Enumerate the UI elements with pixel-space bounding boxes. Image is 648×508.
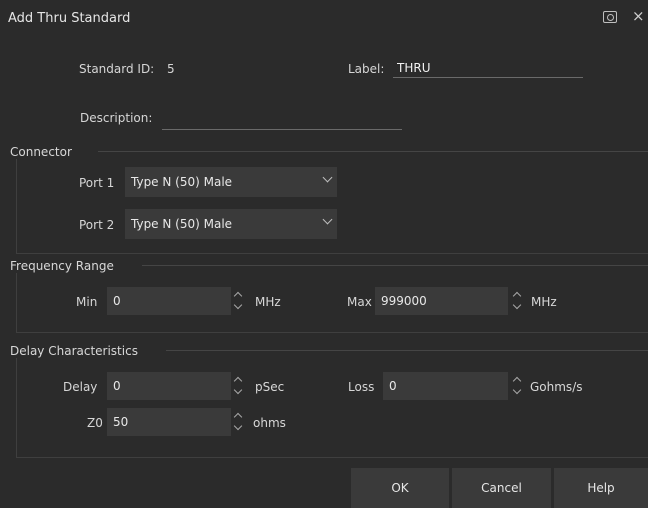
label-input[interactable] [393,58,583,78]
delay-group-border [166,350,648,351]
loss-value: 0 [389,379,397,393]
frequency-group-border [142,265,648,266]
dialog-title: Add Thru Standard [8,11,131,26]
z0-label: Z0 [87,416,103,430]
cancel-button[interactable]: Cancel [452,468,551,508]
loss-input[interactable]: 0 [383,372,508,400]
standard-id-value: 5 [167,62,175,76]
loss-spinner[interactable] [512,375,522,397]
z0-unit: ohms [253,416,286,430]
port1-label: Port 1 [79,176,115,190]
description-input[interactable] [162,110,402,130]
delay-value: 0 [113,379,121,393]
port2-label: Port 2 [79,218,115,232]
port1-select[interactable]: Type N (50) Male [125,167,337,197]
close-icon[interactable]: × [632,8,645,24]
delay-spinner[interactable] [233,375,243,397]
label-label: Label: [348,62,385,76]
min-input[interactable]: 0 [107,287,231,315]
z0-value: 50 [113,415,129,429]
help-button[interactable]: Help [554,468,648,508]
delay-label: Delay [63,380,98,394]
max-spinner[interactable] [512,290,522,312]
min-value: 0 [113,294,121,308]
max-label: Max [347,295,372,309]
loss-unit: Gohms/s [530,380,583,394]
max-value: 999000 [381,294,427,308]
delay-input[interactable]: 0 [107,372,231,400]
min-unit: MHz [255,295,281,309]
port2-select[interactable]: Type N (50) Male [125,209,337,239]
frequency-group-title: Frequency Range [10,259,120,273]
button-bar: OK Cancel Help [0,467,648,508]
port2-value: Type N (50) Male [131,217,233,231]
max-input[interactable]: 999000 [375,287,508,315]
min-spinner[interactable] [233,290,243,312]
connector-group-title: Connector [10,145,78,159]
description-label: Description: [80,111,153,125]
z0-spinner[interactable] [233,411,243,433]
delay-unit: pSec [255,380,285,394]
max-unit: MHz [531,295,557,309]
chevron-down-icon [322,172,333,183]
standard-id-label: Standard ID: [79,62,155,76]
port1-value: Type N (50) Male [131,175,233,189]
z0-input[interactable]: 50 [107,408,231,436]
chevron-down-icon [322,214,333,225]
title-bar: Add Thru Standard × [0,0,648,38]
connector-group-border [98,151,648,152]
camera-icon[interactable] [603,11,617,23]
min-label: Min [76,295,98,309]
delay-group-title: Delay Characteristics [10,344,144,358]
ok-button[interactable]: OK [351,468,449,508]
loss-label: Loss [348,380,375,394]
